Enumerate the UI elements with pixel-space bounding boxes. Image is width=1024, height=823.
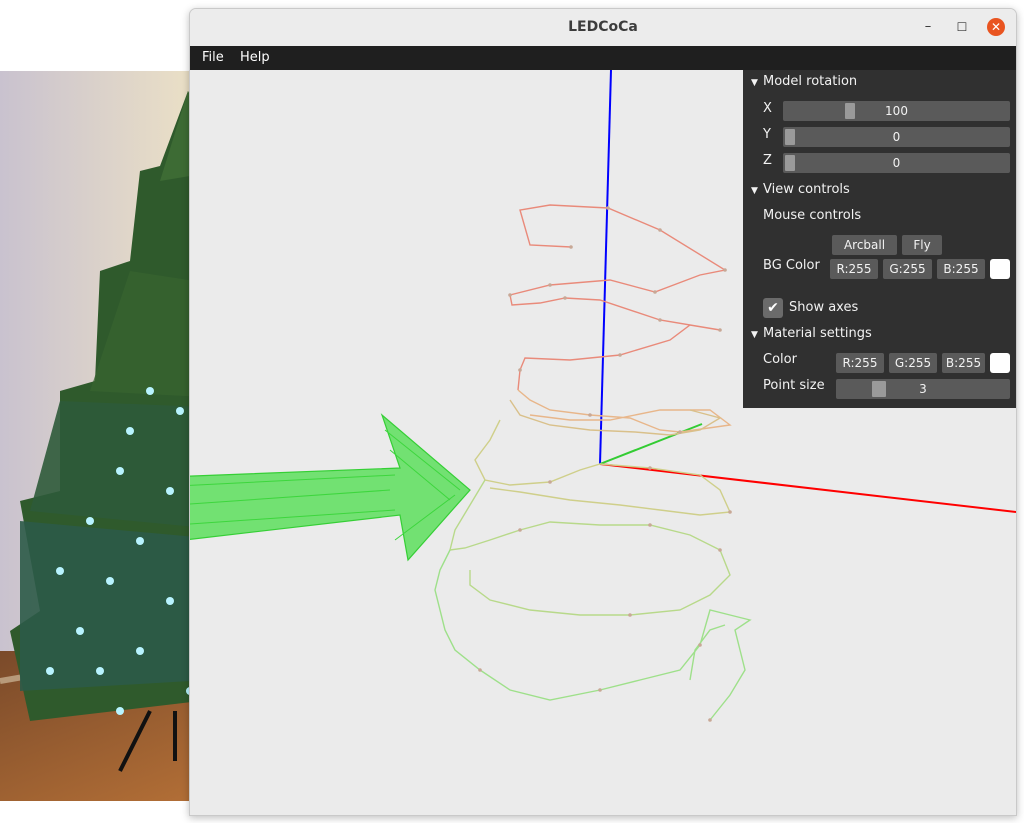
window-title: LEDCoCa xyxy=(568,19,638,35)
collapse-triangle-icon: ▼ xyxy=(751,186,758,196)
collapse-triangle-icon: ▼ xyxy=(751,78,758,88)
material-red-field[interactable]: R:255 xyxy=(836,353,884,373)
bg-blue-field[interactable]: B:255 xyxy=(937,259,985,279)
minimize-icon[interactable]: – xyxy=(919,18,937,36)
show-axes-checkbox[interactable]: ✔ xyxy=(763,298,783,318)
material-settings-header[interactable]: ▼ Material settings xyxy=(751,324,872,344)
material-blue-field[interactable]: B:255 xyxy=(942,353,985,373)
menu-bar: File Help xyxy=(190,46,1016,70)
rotation-z-slider[interactable]: 0 xyxy=(783,153,1010,173)
y-axis xyxy=(599,423,703,465)
point-size-label: Point size xyxy=(763,378,825,393)
rotation-y-slider[interactable]: 0 xyxy=(783,127,1010,147)
bg-red-field[interactable]: R:255 xyxy=(830,259,878,279)
menu-help[interactable]: Help xyxy=(240,46,270,70)
show-axes-label: Show axes xyxy=(789,300,859,315)
bg-color-swatch[interactable] xyxy=(990,259,1010,279)
material-color-swatch[interactable] xyxy=(990,353,1010,373)
title-bar: LEDCoCa – ☐ ✕ xyxy=(190,9,1016,47)
bg-color-label: BG Color xyxy=(763,258,820,273)
mouse-controls-label: Mouse controls xyxy=(763,208,862,223)
bg-green-field[interactable]: G:255 xyxy=(883,259,932,279)
fly-button[interactable]: Fly xyxy=(902,235,942,255)
model-rotation-header[interactable]: ▼ Model rotation xyxy=(751,72,857,92)
arcball-button[interactable]: Arcball xyxy=(832,235,897,255)
z-axis xyxy=(599,70,612,465)
rotation-x-label: X xyxy=(763,101,772,116)
point-size-slider[interactable]: 3 xyxy=(836,379,1010,399)
control-panel: ▼ Model rotation X 100 Y 0 Z 0 ▼ View cont… xyxy=(743,70,1016,408)
close-icon[interactable]: ✕ xyxy=(987,18,1005,36)
view-controls-header[interactable]: ▼ View controls xyxy=(751,180,850,200)
material-green-field[interactable]: G:255 xyxy=(889,353,937,373)
slider-grab[interactable] xyxy=(785,155,795,171)
rotation-y-label: Y xyxy=(763,127,771,142)
slider-grab[interactable] xyxy=(845,103,855,119)
collapse-triangle-icon: ▼ xyxy=(751,330,758,340)
app-window: LEDCoCa – ☐ ✕ File Help ▼ Model rotation… xyxy=(189,8,1017,816)
slider-grab[interactable] xyxy=(872,381,886,397)
led-point-path xyxy=(434,204,752,721)
material-color-label: Color xyxy=(763,352,797,367)
rotation-z-label: Z xyxy=(763,153,772,168)
maximize-icon[interactable]: ☐ xyxy=(953,18,971,36)
rotation-x-slider[interactable]: 100 xyxy=(783,101,1010,121)
green-arrow xyxy=(190,413,471,562)
menu-file[interactable]: File xyxy=(202,46,224,70)
slider-grab[interactable] xyxy=(785,129,795,145)
x-axis xyxy=(599,463,1016,513)
